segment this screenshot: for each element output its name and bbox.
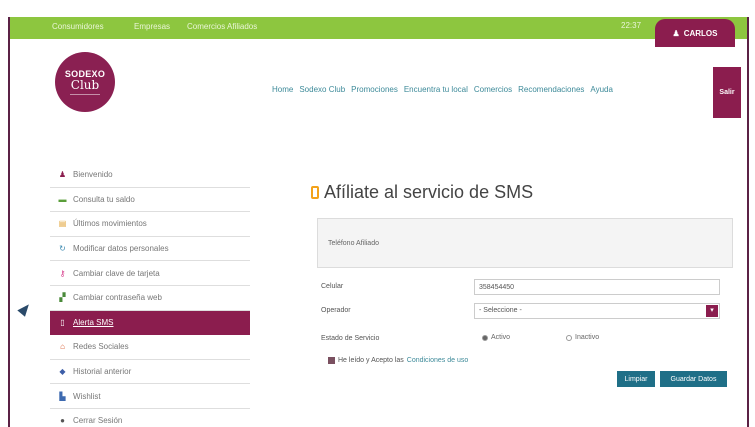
top-link-comercios[interactable]: Comercios Afiliados <box>187 22 257 31</box>
chevron-down-icon[interactable]: ▾ <box>706 305 718 317</box>
key-icon: ⚷ <box>59 268 66 278</box>
top-link-empresas[interactable]: Empresas <box>134 22 170 31</box>
sidebar-item-label: Redes Sociales <box>73 342 129 352</box>
terms-checkbox[interactable] <box>328 357 335 364</box>
nav-item-recomendaciones[interactable]: Recomendaciones <box>518 85 584 94</box>
user-name: CARLOS <box>683 28 718 38</box>
nav-item-sodexo-club[interactable]: Sodexo Club <box>299 85 345 94</box>
sidebar-item-lock[interactable]: ▞ Cambiar contraseña web <box>50 286 250 311</box>
radio-inactivo[interactable]: Inactivo <box>566 334 599 341</box>
top-counter: 22:37 <box>621 21 642 30</box>
page-title-text: Afíliate al servicio de SMS <box>324 182 534 202</box>
top-link-consumidores[interactable]: Consumidores <box>52 22 104 31</box>
sidebar-item-label: Cambiar contraseña web <box>73 293 162 303</box>
sidebar-item-label: Consulta tu saldo <box>73 194 135 204</box>
affiliated-phone-panel: Teléfono Afiliado <box>317 218 733 268</box>
sidebar-item-money[interactable]: ▬ Consulta tu saldo <box>50 188 250 213</box>
sidebar-item-key[interactable]: ⚷ Cambiar clave de tarjeta <box>50 261 250 286</box>
bookmark-icon: ▙ <box>59 391 66 401</box>
sidebar-item-label: Modificar datos personales <box>73 244 169 254</box>
user-icon: ♟ <box>58 170 67 180</box>
operador-label: Operador <box>321 307 351 314</box>
operador-selected-value: - Seleccione - <box>479 307 522 314</box>
sidebar-item-refresh[interactable]: ↻ Modificar datos personales <box>50 237 250 262</box>
nav-item-comercios[interactable]: Comercios <box>474 85 512 94</box>
sidebar-item-list[interactable]: ▤ Últimos movimientos <box>50 212 250 237</box>
main-nav: Home Sodexo Club Promociones Encuentra t… <box>272 85 619 94</box>
panel-label: Teléfono Afiliado <box>328 240 379 247</box>
browser-page: Consumidores Empresas Comercios Afiliado… <box>8 17 749 427</box>
page-title: Afíliate al servicio de SMS <box>311 182 533 203</box>
radio-inactivo-label: Inactivo <box>575 334 600 341</box>
celular-input[interactable] <box>474 279 720 295</box>
sidebar-item-label: Alerta SMS <box>73 317 114 327</box>
home-icon: ⌂ <box>60 342 65 352</box>
user-icon: ♟ <box>672 28 680 38</box>
radio-activo[interactable]: Activo <box>482 334 510 341</box>
lock-icon: ▞ <box>59 293 66 303</box>
terms-text: He leído y Acepto las <box>338 357 404 364</box>
save-button[interactable]: Guardar Datos <box>660 371 727 387</box>
phone-icon: ▯ <box>60 317 65 327</box>
terms-checkbox-row[interactable]: He leído y Acepto las Condiciones de uso <box>328 357 468 364</box>
sidebar-item-label: Cerrar Sesión <box>73 416 123 426</box>
clear-button[interactable]: Limpiar <box>617 371 655 387</box>
sidebar-item-tag[interactable]: ◆ Historial anterior <box>50 360 250 385</box>
radio-activo-label: Activo <box>491 334 511 341</box>
user-menu-tab[interactable]: ♟ CARLOS <box>655 19 735 47</box>
sidebar-item-home[interactable]: ⌂ Redes Sociales <box>50 335 250 360</box>
refresh-icon: ↻ <box>59 244 66 254</box>
radio-dot-inactivo[interactable] <box>566 334 572 341</box>
top-bar: Consumidores Empresas Comercios Afiliado… <box>10 17 747 39</box>
estado-label: Estado de Servicio <box>321 335 380 342</box>
sidebar-item-user[interactable]: ♟ Bienvenido <box>50 163 250 188</box>
nav-item-encuentra-local[interactable]: Encuentra tu local <box>404 85 468 94</box>
logo-divider <box>70 94 100 95</box>
sidebar-item-phone[interactable]: ▯ Alerta SMS <box>50 310 250 336</box>
celular-label: Celular <box>321 283 344 290</box>
phone-icon <box>311 186 319 199</box>
power-icon: ● <box>60 416 65 426</box>
sidebar-item-label: Últimos movimientos <box>73 219 147 229</box>
terms-link[interactable]: Condiciones de uso <box>407 357 469 364</box>
sidebar-item-bookmark[interactable]: ▙ Wishlist <box>50 384 250 409</box>
logo-line-2: Club <box>70 78 100 92</box>
sidebar-item-label: Bienvenido <box>73 170 113 180</box>
operador-select[interactable]: - Seleccione - ▾ <box>474 303 720 319</box>
logout-button[interactable]: Salir <box>713 67 741 118</box>
money-icon: ▬ <box>58 194 67 204</box>
sidebar-item-label: Historial anterior <box>73 367 132 377</box>
nav-item-ayuda[interactable]: Ayuda <box>590 85 613 94</box>
list-icon: ▤ <box>58 219 67 229</box>
sidebar-menu: ♟ Bienvenido ▬ Consulta tu saldo ▤ Últimos mo… <box>50 163 250 427</box>
sodexo-club-logo[interactable]: SODEXO Club <box>55 52 115 112</box>
sidebar-item-power[interactable]: ● Cerrar Sesión <box>50 409 250 427</box>
tag-icon: ◆ <box>59 367 66 377</box>
radio-dot-activo[interactable] <box>482 334 488 341</box>
nav-item-home[interactable]: Home <box>272 85 293 94</box>
sidebar-item-label: Cambiar clave de tarjeta <box>73 268 160 278</box>
sidebar-item-label: Wishlist <box>73 391 101 401</box>
nav-item-promociones[interactable]: Promociones <box>351 85 398 94</box>
